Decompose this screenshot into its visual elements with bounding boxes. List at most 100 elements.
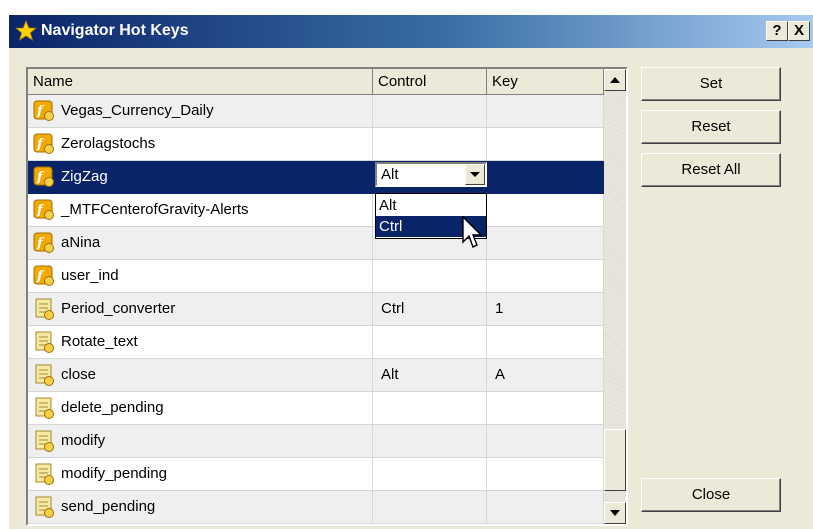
table-row[interactable]: f aNina [28,227,604,260]
script-icon [35,364,54,386]
row-key-cell[interactable] [487,194,604,227]
row-control-cell[interactable] [373,260,487,293]
list-viewport: Name Control Key f Vegas_Currency_Daily f Z… [28,69,604,524]
close-window-button[interactable]: X [788,21,810,41]
list-header: Name Control Key [28,69,604,95]
vertical-scrollbar[interactable] [604,69,626,524]
row-name-cell: Rotate_text [28,326,373,359]
row-key-cell[interactable] [487,326,604,359]
reset-button[interactable]: Reset [641,110,781,144]
table-row[interactable]: modify_pending [28,458,604,491]
script-icon [35,331,54,353]
scroll-up-button[interactable] [604,69,626,91]
row-name: modify [61,432,106,449]
set-button[interactable]: Set [641,67,781,101]
row-control-cell[interactable] [373,491,487,524]
row-control-cell[interactable]: Ctrl [373,293,487,326]
row-name: ZigZag [61,168,108,185]
row-name: aNina [61,234,101,251]
row-key-cell[interactable] [487,95,604,128]
row-name: _MTFCenterofGravity-Alerts [61,201,249,218]
row-key: A [495,366,506,383]
row-name: user_ind [61,267,119,284]
combo-dropdown-button[interactable] [465,164,485,185]
row-name-cell: f user_ind [28,260,373,293]
table-row[interactable]: f Zerolagstochs [28,128,604,161]
row-name: modify_pending [61,465,167,482]
custom-indicator-icon: f [33,166,54,187]
script-icon [35,397,54,419]
row-control-cell[interactable] [373,425,487,458]
row-name-cell: f Zerolagstochs [28,128,373,161]
row-name-cell: close [28,359,373,392]
script-icon [35,463,54,485]
dialog-title: Navigator Hot Keys [41,22,189,39]
row-key-cell[interactable] [487,392,604,425]
row-control: Alt [381,366,399,383]
column-header-key[interactable]: Key [487,69,604,95]
custom-indicator-icon: f [33,265,54,286]
row-name: Rotate_text [61,333,138,350]
row-name: Vegas_Currency_Daily [61,102,214,119]
row-name: delete_pending [61,399,164,416]
close-button[interactable]: Close [641,478,781,512]
column-header-control[interactable]: Control [373,69,487,95]
script-icon [35,298,54,320]
chevron-down-icon [470,172,480,177]
row-name: Zerolagstochs [61,135,156,152]
title-bar[interactable]: Navigator Hot Keys ? X [9,15,813,48]
row-key-cell[interactable]: 1 [487,293,604,326]
hotkeys-list[interactable]: Name Control Key f Vegas_Currency_Daily f Z… [26,67,628,526]
row-name-cell: Period_converter [28,293,373,326]
row-key-cell[interactable] [487,491,604,524]
row-key-cell[interactable] [487,227,604,260]
mouse-cursor-icon [462,216,483,248]
control-combo[interactable]: Alt [375,162,487,187]
row-control-cell[interactable] [373,326,487,359]
row-name: send_pending [61,498,156,515]
script-icon [35,496,54,518]
scroll-thumb[interactable] [604,429,626,491]
row-control: Ctrl [381,300,405,317]
row-control-cell[interactable] [373,392,487,425]
row-name: Period_converter [61,300,176,317]
row-key-cell[interactable] [487,128,604,161]
table-row[interactable]: modify [28,425,604,458]
column-header-name[interactable]: Name [28,69,373,95]
table-row[interactable]: send_pending [28,491,604,524]
row-key-cell[interactable] [487,260,604,293]
custom-indicator-icon: f [33,232,54,253]
reset-all-button[interactable]: Reset All [641,153,781,187]
row-name-cell: f _MTFCenterofGravity-Alerts [28,194,373,227]
row-control-cell[interactable] [373,128,487,161]
row-name: close [61,366,97,383]
scroll-down-button[interactable] [604,502,626,524]
dropdown-option-alt[interactable]: Alt [376,195,486,216]
table-row[interactable]: f _MTFCenterofGravity-Alerts [28,194,604,227]
table-row[interactable]: close Alt A [28,359,604,392]
script-icon [35,430,54,452]
row-key-cell[interactable] [487,161,604,194]
help-button[interactable]: ? [766,21,788,41]
row-key-cell[interactable] [487,458,604,491]
row-name-cell: f ZigZag [28,161,373,194]
table-row[interactable]: Rotate_text [28,326,604,359]
row-name-cell: f aNina [28,227,373,260]
row-control-cell[interactable] [373,95,487,128]
table-row[interactable]: f ZigZag [28,161,604,194]
row-name-cell: send_pending [28,491,373,524]
table-row[interactable]: f Vegas_Currency_Daily [28,95,604,128]
row-control-cell[interactable] [373,458,487,491]
control-combo-value: Alt [381,166,399,183]
table-row[interactable]: Period_converter Ctrl 1 [28,293,604,326]
custom-indicator-icon: f [33,199,54,220]
row-control-cell[interactable]: Alt [373,359,487,392]
row-key-cell[interactable]: A [487,359,604,392]
table-row[interactable]: f user_ind [28,260,604,293]
row-name-cell: modify_pending [28,458,373,491]
custom-indicator-icon: f [33,133,54,154]
table-row[interactable]: delete_pending [28,392,604,425]
row-key: 1 [495,300,504,317]
custom-indicator-icon: f [33,100,54,121]
row-key-cell[interactable] [487,425,604,458]
